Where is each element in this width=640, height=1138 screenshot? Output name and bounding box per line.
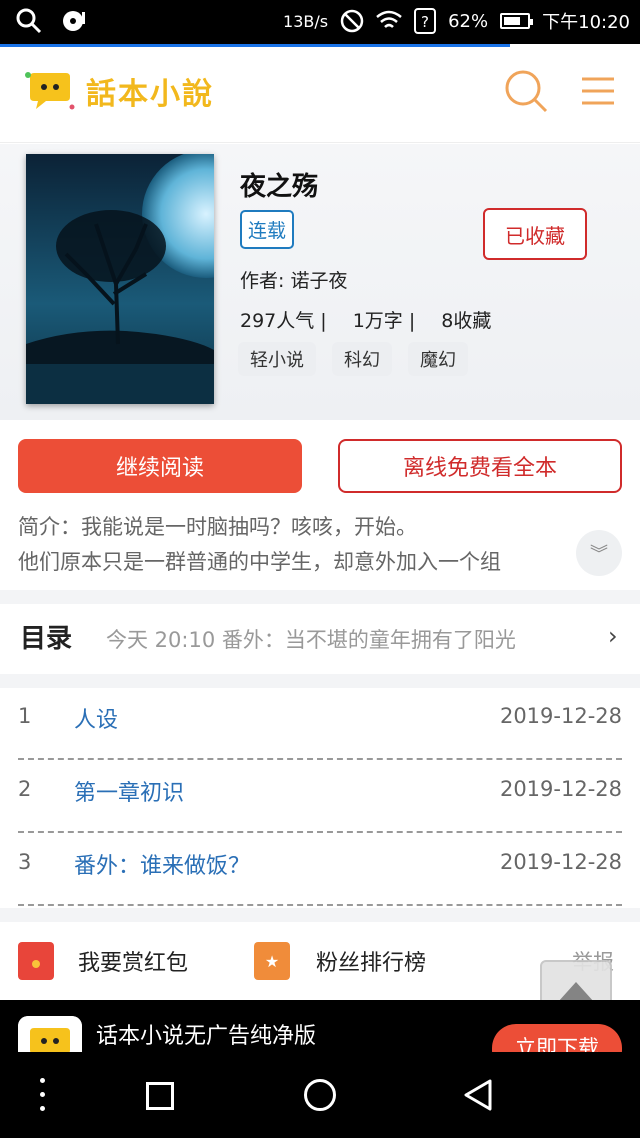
battery-icon bbox=[500, 13, 534, 29]
catalog-header[interactable]: 目录 今天 20:10 番外：当不堪的童年拥有了阳光 › bbox=[0, 606, 640, 668]
system-nav-bar bbox=[0, 1052, 640, 1138]
chapter-number: 3 bbox=[18, 850, 32, 874]
status-bar: 13B/s ? 62% 下午10:20 bbox=[0, 0, 640, 44]
section-divider bbox=[0, 590, 640, 604]
book-title: 夜之殇 bbox=[240, 172, 319, 202]
media-notification-icon bbox=[63, 11, 85, 31]
book-synopsis: 简介：我能说是一时脑抽吗？咳咳，开始。 他们原本只是一群普通的中学生，却意外加入… bbox=[18, 510, 592, 580]
app-logo-icon bbox=[18, 1016, 82, 1052]
chapter-date: 2019-12-28 bbox=[499, 777, 622, 801]
chapter-row[interactable]: 1 人设 2019-12-28 bbox=[18, 688, 622, 760]
wifi-icon bbox=[376, 10, 402, 28]
app-logo[interactable]: 話本小說 bbox=[24, 69, 214, 113]
reward-label: 我要赏红包 bbox=[78, 951, 189, 976]
home-icon[interactable] bbox=[304, 1079, 336, 1111]
fan-ranking[interactable]: ★ 粉丝排行榜 bbox=[254, 942, 426, 980]
clock: 下午10:20 bbox=[542, 12, 630, 33]
expand-synopsis-icon[interactable]: ︾ bbox=[576, 530, 622, 576]
section-divider bbox=[0, 674, 640, 688]
synopsis-line: 他们原本只是一群普通的中学生，却意外加入一个组 bbox=[18, 550, 501, 574]
chapter-title[interactable]: 番外：谁来做饭？ bbox=[74, 848, 250, 880]
genre-tag[interactable]: 魔幻 bbox=[408, 342, 468, 376]
chapter-title[interactable]: 第一章初识 bbox=[74, 775, 184, 807]
chevron-right-icon: › bbox=[608, 622, 618, 650]
chapter-row[interactable]: 2 第一章初识 2019-12-28 bbox=[18, 761, 622, 833]
sim-unknown-icon: ? bbox=[414, 8, 437, 34]
app-download-banner[interactable]: 话本小说无广告纯净版 立即下载 bbox=[0, 1000, 640, 1052]
search-icon bbox=[16, 8, 42, 34]
recent-apps-icon[interactable] bbox=[146, 1082, 174, 1110]
chapter-title[interactable]: 人设 bbox=[74, 702, 118, 734]
red-packet-icon bbox=[18, 942, 54, 980]
favorite-count: 8收藏 bbox=[441, 310, 492, 332]
net-speed: 13B/s bbox=[283, 11, 329, 31]
popularity-count: 297人气 | bbox=[240, 310, 327, 332]
ranking-star-icon: ★ bbox=[254, 942, 290, 980]
download-now-button[interactable]: 立即下载 bbox=[492, 1024, 622, 1052]
offline-read-button[interactable]: 离线免费看全本 bbox=[338, 439, 622, 493]
section-divider bbox=[0, 908, 640, 922]
more-options-icon[interactable] bbox=[40, 1078, 46, 1112]
app-name: 話本小說 bbox=[86, 77, 214, 112]
latest-chapter: 今天 20:10 番外：当不堪的童年拥有了阳光 bbox=[106, 628, 516, 652]
chapter-number: 2 bbox=[18, 777, 32, 801]
app-header: 話本小說 bbox=[0, 47, 640, 143]
continue-reading-button[interactable]: 继续阅读 bbox=[18, 439, 302, 493]
logo-icon bbox=[25, 72, 75, 110]
menu-icon[interactable] bbox=[580, 73, 616, 109]
book-cover[interactable] bbox=[26, 154, 214, 404]
serial-status-badge: 连载 bbox=[240, 210, 295, 249]
book-stats: 297人气 | 1万字 | 8收藏 bbox=[240, 306, 517, 333]
collected-button[interactable]: 已收藏 bbox=[483, 208, 587, 260]
back-icon[interactable] bbox=[462, 1078, 494, 1112]
search-icon[interactable] bbox=[504, 69, 548, 113]
svg-text:?: ? bbox=[421, 13, 429, 31]
battery-percent: 62% bbox=[448, 10, 489, 32]
chapter-date: 2019-12-28 bbox=[499, 850, 622, 874]
chapter-date: 2019-12-28 bbox=[499, 704, 622, 728]
genre-tag[interactable]: 轻小说 bbox=[238, 342, 316, 376]
genre-tags: 轻小说 科幻 魔幻 bbox=[238, 342, 468, 376]
fan-ranking-label: 粉丝排行榜 bbox=[316, 951, 427, 976]
do-not-disturb-icon bbox=[340, 9, 364, 33]
book-author[interactable]: 作者: 诺子夜 bbox=[240, 266, 347, 293]
book-info-section: 夜之殇 连载 已收藏 作者: 诺子夜 297人气 | 1万字 | 8收藏 轻小说… bbox=[0, 144, 640, 420]
catalog-title: 目录 bbox=[20, 624, 73, 654]
synopsis-line: 简介：我能说是一时脑抽吗？咳咳，开始。 bbox=[18, 515, 417, 539]
genre-tag[interactable]: 科幻 bbox=[332, 342, 392, 376]
chapter-row[interactable]: 3 番外：谁来做饭？ 2019-12-28 bbox=[18, 834, 622, 906]
reward-red-packet[interactable]: 我要赏红包 bbox=[18, 942, 188, 980]
word-count: 1万字 | bbox=[352, 310, 416, 332]
banner-text: 话本小说无广告纯净版 bbox=[96, 1024, 317, 1049]
chapter-number: 1 bbox=[18, 704, 32, 728]
